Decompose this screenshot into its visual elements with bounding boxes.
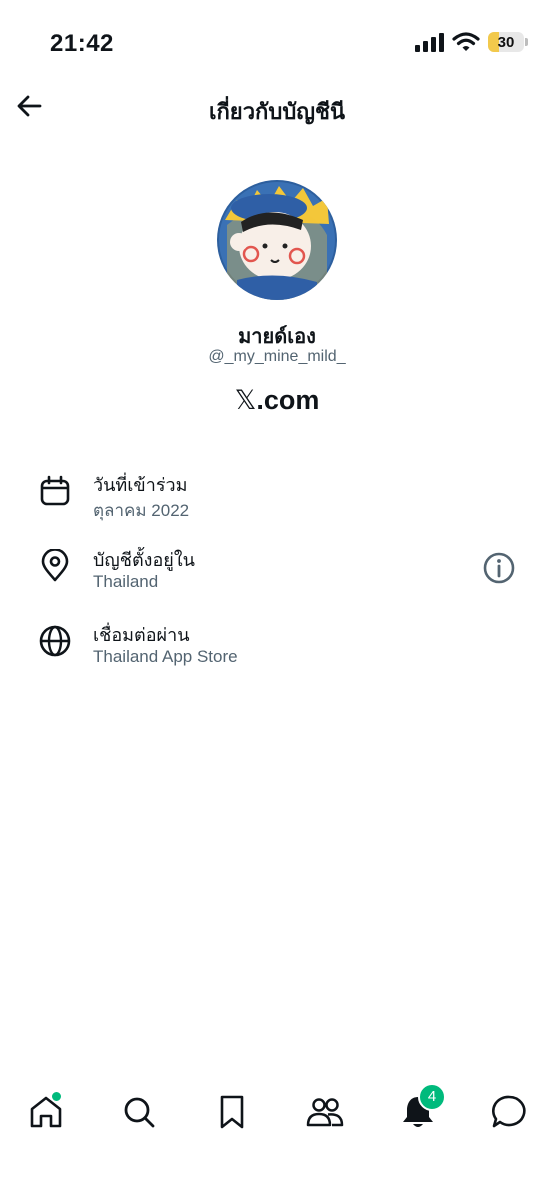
notification-count-badge: 4 [418, 1083, 446, 1111]
globe-icon [38, 624, 72, 658]
detail-row-joined: วันที่เข้าร่วม ตุลาคม 2022 [0, 468, 554, 528]
detail-label: บัญชีตั้งอยู่ใน [93, 550, 195, 570]
tab-bookmarks[interactable] [212, 1092, 252, 1132]
detail-value: Thailand App Store [93, 647, 238, 666]
tab-communities[interactable] [305, 1092, 345, 1132]
profile-handle: @_my_mine_mild_ [208, 348, 346, 365]
detail-row-connected-via: เชื่อมต่อผ่าน Thailand App Store [0, 618, 554, 678]
detail-row-location: บัญชีตั้งอยู่ใน Thailand [0, 543, 554, 603]
avatar[interactable] [217, 180, 337, 300]
messages-icon [492, 1095, 526, 1128]
cellular-signal-icon [415, 33, 444, 52]
tab-messages[interactable] [489, 1092, 529, 1132]
bookmark-icon [220, 1095, 244, 1129]
status-time: 21:42 [50, 30, 114, 57]
status-icons: 30 [414, 32, 528, 52]
detail-value: Thailand [93, 572, 159, 591]
status-bar: 21:42 30 [0, 0, 554, 80]
battery-indicator: 30 [488, 32, 528, 52]
detail-label: เชื่อมต่อผ่าน [93, 625, 190, 645]
search-icon [124, 1097, 155, 1128]
detail-value: ตุลาคม 2022 [93, 501, 190, 520]
x-domain-suffix: .com [256, 385, 320, 415]
x-dot-com-label: 𝕏.com [0, 385, 554, 416]
x-logo: 𝕏 [234, 385, 257, 416]
location-pin-icon [38, 548, 72, 583]
calendar-icon [38, 474, 72, 508]
detail-label: วันที่เข้าร่วม [93, 475, 188, 495]
avatar-image [217, 180, 337, 300]
tab-notifications[interactable]: 4 [398, 1083, 446, 1132]
bottom-tab-bar: 4 [0, 1080, 554, 1150]
tab-search[interactable] [119, 1092, 159, 1132]
page-header: เกี่ยวกับบัญชีนี [0, 80, 554, 136]
communities-icon [306, 1098, 344, 1127]
battery-level: 30 [497, 33, 515, 51]
location-info-button[interactable] [482, 551, 516, 585]
page-title: เกี่ยวกับบัญชีนี [208, 99, 346, 124]
tab-home[interactable] [26, 1091, 66, 1132]
info-icon [483, 552, 515, 584]
wifi-icon [452, 32, 480, 51]
home-new-dot [51, 1091, 62, 1102]
